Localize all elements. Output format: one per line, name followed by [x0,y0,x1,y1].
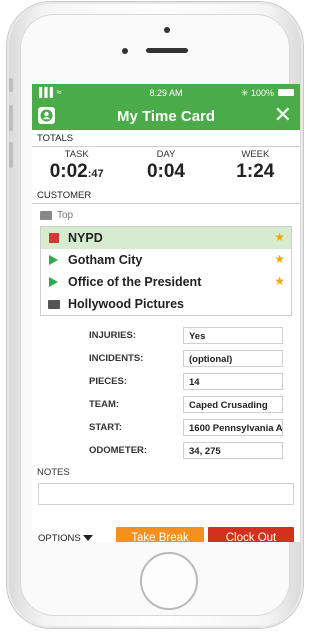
action-bar: OPTIONS Take Break Clock Out [32,527,300,542]
totals-panel: TASK 0:02:47 DAY 0:04 WEEK 1:24 [32,147,300,183]
total-value: 0:02 [49,161,88,182]
folder-icon [47,299,60,309]
notes-label: NOTES [37,467,70,478]
list-item-gotham-city[interactable]: Gotham City ★ [41,249,291,271]
field-row-team: TEAM: Caped Crusading [32,393,300,415]
notes-field[interactable] [38,483,294,505]
list-item-label: Gotham City [68,253,143,267]
total-value: 1:24 [236,161,275,182]
start-field[interactable]: 1600 Pennsylvania Ave. [183,418,283,436]
star-icon[interactable]: ★ [274,274,285,288]
clock-out-button[interactable]: Clock Out [208,527,294,542]
field-row-pieces: PIECES: 14 [32,370,300,392]
total-value: 0:04 [146,161,185,182]
field-label: START: [89,421,123,433]
front-camera [164,27,170,33]
field-label: TEAM: [89,398,120,410]
list-item-nypd[interactable]: NYPD ★ [41,227,291,249]
field-label: INJURIES: [89,329,136,341]
total-day: DAY 0:04 [121,149,210,183]
close-icon[interactable]: ✕ [274,104,292,126]
list-item-label: Office of the President [68,275,202,289]
field-row-start: START: 1600 Pennsylvania Ave. [32,416,300,438]
pieces-field[interactable]: 14 [183,372,283,390]
battery-icon [278,89,294,96]
list-item-office-of-the-president[interactable]: Office of the President ★ [41,271,291,293]
field-label: PIECES: [89,375,128,387]
field-label: INCIDENTS: [89,352,144,364]
options-menu-button[interactable]: OPTIONS [38,533,93,542]
volume-up-button [9,105,13,131]
battery-percent: ✳ 100% [240,88,274,98]
title-bar: My Time Card ✕ [32,102,300,130]
field-row-incidents: INCIDENTS: (optional) [32,347,300,369]
caret-down-icon [82,535,93,542]
take-break-button[interactable]: Take Break [116,527,204,542]
field-row-odometer: ODOMETER: 34, 275 [32,439,300,461]
team-field[interactable]: Caped Crusading [183,395,283,413]
mute-switch [9,78,13,92]
list-item-label: Hollywood Pictures [68,297,184,311]
folder-icon [40,211,52,220]
customer-label: CUSTOMER [32,187,300,204]
page-title: My Time Card [116,108,216,125]
total-heading: DAY [156,149,176,160]
total-week: WEEK 1:24 [211,149,300,183]
odometer-field[interactable]: 34, 275 [183,441,283,459]
field-label: ODOMETER: [89,444,148,456]
list-item-label: NYPD [68,231,103,245]
options-label: OPTIONS [38,533,81,542]
field-row-injuries: INJURIES: Yes [32,324,300,346]
home-button[interactable] [140,552,198,610]
list-item-hollywood-pictures[interactable]: Hollywood Pictures [41,293,291,315]
star-icon[interactable]: ★ [274,252,285,266]
breadcrumb-label: Top [57,210,74,221]
play-icon [49,255,58,265]
proximity-sensor [122,48,128,54]
breadcrumb[interactable]: Top [32,204,300,226]
app-screen: ▌▌▌ ≈ 8:29 AM ✳ 100% My Time Card ✕ TOTA… [32,84,300,542]
stop-square-icon [48,233,59,243]
total-heading: TASK [64,149,89,160]
total-seconds: :47 [87,168,104,180]
customer-list: NYPD ★ Gotham City ★ Office of the Presi… [40,226,292,316]
job-fields: INJURIES: Yes INCIDENTS: (optional) PIEC… [32,324,300,461]
total-heading: WEEK [241,149,270,160]
incidents-field[interactable]: (optional) [183,349,283,367]
play-icon [49,277,58,287]
status-bar: ▌▌▌ ≈ 8:29 AM ✳ 100% [32,84,300,102]
injuries-field[interactable]: Yes [183,326,283,344]
total-task: TASK 0:02:47 [32,149,121,183]
volume-down-button [9,142,13,168]
earpiece-speaker [146,48,188,53]
totals-label: TOTALS [32,130,300,147]
star-icon[interactable]: ★ [274,230,285,244]
